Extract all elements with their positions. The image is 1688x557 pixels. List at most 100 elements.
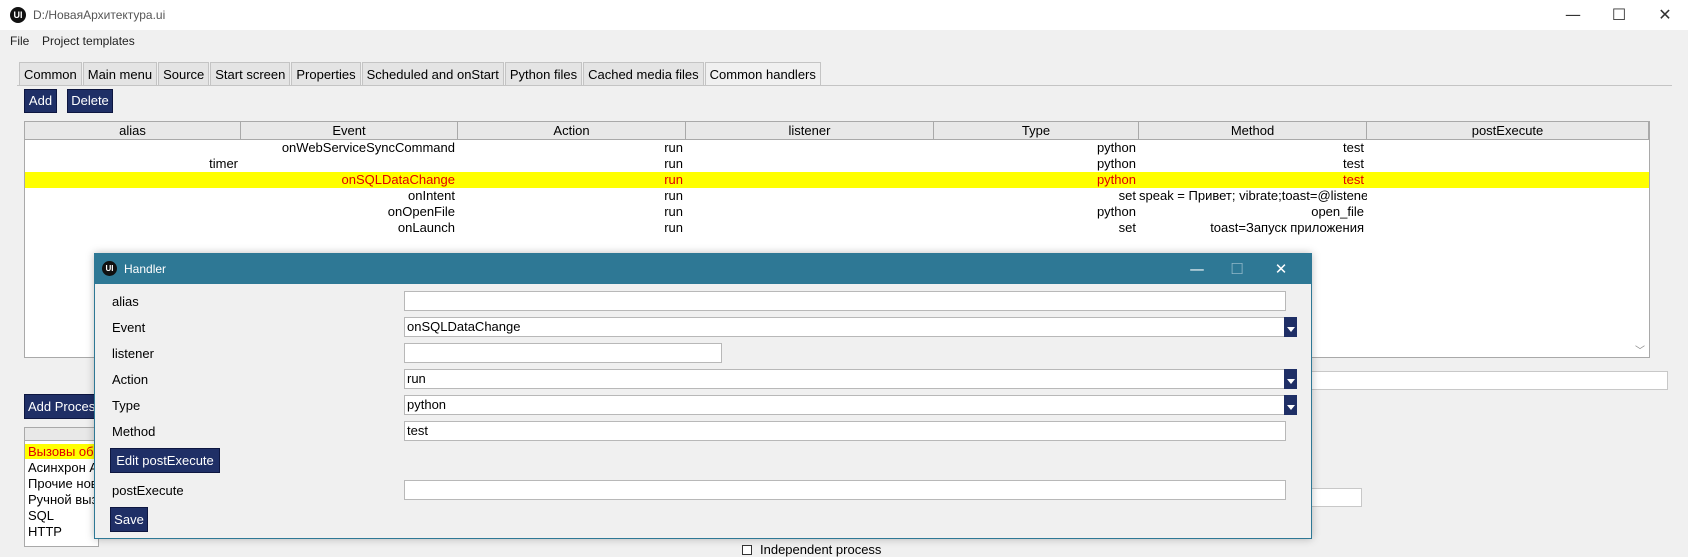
list-item[interactable]: HTTP	[28, 524, 62, 539]
cell-alias	[25, 220, 241, 236]
tab-divider	[17, 85, 1672, 86]
tab-cached-media[interactable]: Cached media files	[583, 62, 704, 86]
tab-common-handlers[interactable]: Common handlers	[704, 62, 821, 86]
cell-alias	[25, 172, 241, 188]
cell-listener	[686, 156, 934, 172]
cell-postexecute	[1367, 188, 1649, 204]
background-input-small[interactable]	[1310, 488, 1362, 507]
list-item[interactable]: Ручной выз	[28, 492, 97, 507]
window-titlebar: UI D:/НоваяАрхитектура.ui — ☐ ✕	[0, 0, 1688, 30]
app-logo-icon: UI	[10, 7, 26, 23]
cell-listener	[686, 220, 934, 236]
event-select[interactable]: onSQLDataChange	[404, 317, 1286, 337]
scroll-down-icon[interactable]: ﹀	[1635, 342, 1645, 357]
col-alias[interactable]: alias	[25, 122, 241, 139]
cell-action: run	[664, 140, 683, 155]
listener-input[interactable]	[404, 343, 722, 363]
cell-postexecute	[1367, 172, 1649, 188]
table-row[interactable]: onLaunch run set toast=Запуск приложения	[25, 220, 1649, 236]
process-list: Вызовы об Асинхрон А Прочие нов Ручной в…	[24, 427, 99, 547]
dialog-title: Handler	[124, 262, 167, 276]
cell-event	[241, 156, 458, 172]
col-type[interactable]: Type	[934, 122, 1139, 139]
tab-properties[interactable]: Properties	[291, 62, 361, 86]
cell-type: python	[1096, 156, 1136, 171]
dialog-minimize-icon[interactable]: —	[1177, 257, 1217, 281]
list-item[interactable]: Вызовы об	[25, 444, 98, 459]
tab-main-menu[interactable]: Main menu	[82, 62, 158, 86]
cell-method: speak = Привет; vibrate;toast=@listener	[1139, 188, 1367, 203]
cell-alias: timer	[209, 156, 238, 171]
independent-label: Independent process	[760, 542, 882, 557]
cell-postexecute	[1367, 220, 1649, 236]
background-input[interactable]	[1310, 371, 1668, 390]
dialog-close-icon[interactable]: ✕	[1261, 257, 1301, 281]
table-row[interactable]: onWebServiceSyncCommand run python test	[25, 140, 1649, 156]
dialog-maximize-icon[interactable]: ☐	[1217, 257, 1257, 281]
tab-source[interactable]: Source	[158, 62, 210, 86]
tab-python-files[interactable]: Python files	[504, 62, 583, 86]
menu-bar: File Project templates	[0, 30, 1688, 52]
event-label: Event	[112, 320, 146, 335]
listener-label: listener	[112, 346, 154, 361]
action-select[interactable]: run	[404, 369, 1286, 389]
add-process-button[interactable]: Add Process	[24, 394, 96, 419]
cell-type: python	[1096, 204, 1136, 219]
list-item[interactable]: SQL	[28, 508, 54, 523]
event-dropdown-icon[interactable]	[1284, 317, 1297, 337]
col-event[interactable]: Event	[241, 122, 458, 139]
type-dropdown-icon[interactable]	[1284, 395, 1297, 415]
close-icon[interactable]: ✕	[1642, 2, 1688, 28]
action-dropdown-icon[interactable]	[1284, 369, 1297, 389]
col-listener[interactable]: listener	[686, 122, 934, 139]
cell-listener	[686, 204, 934, 220]
minimize-icon[interactable]: —	[1550, 2, 1596, 28]
process-list-header	[25, 428, 98, 441]
col-action[interactable]: Action	[458, 122, 686, 139]
dialog-titlebar: UI Handler — ☐ ✕	[95, 254, 1311, 284]
alias-label: alias	[112, 294, 139, 309]
cell-event: onIntent	[408, 188, 455, 203]
table-header: alias Event Action listener Type Method …	[25, 122, 1649, 140]
cell-method: toast=Запуск приложения	[1210, 220, 1364, 235]
tab-bar: Common Main menu Source Start screen Pro…	[19, 62, 822, 86]
col-method[interactable]: Method	[1139, 122, 1367, 139]
table-row[interactable]: onOpenFile run python open_file	[25, 204, 1649, 220]
tab-scheduled[interactable]: Scheduled and onStart	[361, 62, 504, 86]
cell-type: set	[1118, 220, 1136, 235]
type-select[interactable]: python	[404, 395, 1286, 415]
cell-event: onOpenFile	[387, 204, 455, 219]
col-postexecute[interactable]: postExecute	[1367, 122, 1649, 139]
cell-alias	[25, 188, 241, 204]
cell-listener	[686, 140, 934, 156]
list-item[interactable]: Прочие нов	[28, 476, 98, 491]
method-input[interactable]: test	[404, 421, 1286, 441]
independent-checkbox[interactable]	[742, 545, 752, 555]
postexecute-label: postExecute	[112, 483, 184, 498]
save-button[interactable]: Save	[110, 507, 148, 532]
cell-listener	[686, 172, 934, 188]
cell-event: onSQLDataChange	[341, 172, 455, 187]
cell-event: onWebServiceSyncCommand	[281, 140, 455, 155]
table-row[interactable]: onIntent run set speak = Привет; vibrate;to…	[25, 188, 1649, 204]
list-item[interactable]: Асинхрон А	[28, 460, 98, 475]
menu-project-templates[interactable]: Project templates	[42, 34, 135, 48]
cell-type: python	[1096, 140, 1136, 155]
table-row[interactable]: onSQLDataChange run python test	[25, 172, 1649, 188]
add-button[interactable]: Add	[24, 89, 57, 113]
cell-postexecute	[1367, 140, 1649, 156]
table-row[interactable]: timer run python test	[25, 156, 1649, 172]
tab-common[interactable]: Common	[19, 62, 82, 86]
dialog-logo-icon: UI	[102, 261, 117, 276]
tab-start-screen[interactable]: Start screen	[210, 62, 291, 86]
maximize-icon[interactable]: ☐	[1596, 2, 1642, 28]
cell-listener	[686, 188, 934, 204]
edit-postexecute-button[interactable]: Edit postExecute	[110, 448, 220, 473]
postexecute-input[interactable]	[404, 480, 1286, 500]
cell-action: run	[664, 156, 683, 171]
cell-action: run	[664, 204, 683, 219]
cell-alias	[25, 204, 241, 220]
alias-input[interactable]	[404, 291, 1286, 311]
delete-button[interactable]: Delete	[67, 89, 113, 113]
menu-file[interactable]: File	[10, 34, 29, 48]
